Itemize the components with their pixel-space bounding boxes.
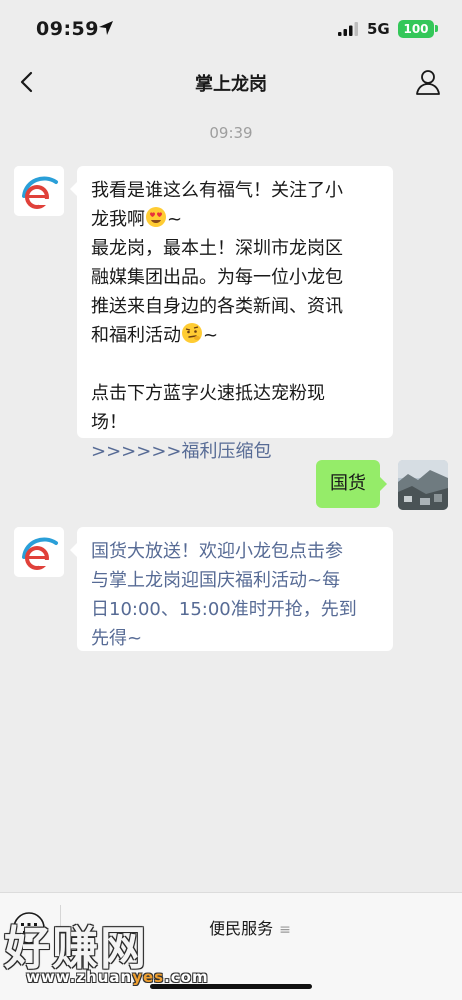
message-line-text: 龙我啊	[91, 209, 145, 230]
message-line: 点击下方蓝字火速抵达宠粉现	[91, 383, 325, 404]
official-account-avatar[interactable]	[14, 166, 64, 216]
message-bubble-me: 国货	[316, 460, 387, 508]
message-bubble-welcome: 我看是谁这么有福气！关注了小 龙我啊 ~ 最龙岗，最本土！深圳市龙岗区 融媒集团出…	[70, 166, 393, 462]
promo-line: 先得~	[91, 628, 143, 649]
message-line: 龙我啊 ~	[91, 205, 379, 234]
official-account-avatar[interactable]	[14, 527, 64, 577]
nav-bar: 掌上龙岗	[0, 60, 462, 104]
page-title: 掌上龙岗	[195, 74, 267, 95]
network-label: 5G	[367, 20, 390, 38]
location-arrow-icon	[99, 21, 113, 35]
person-icon[interactable]	[414, 68, 442, 96]
battery-indicator: 100	[398, 20, 434, 38]
message-tilde: ~	[203, 325, 219, 346]
status-bar: 09:59 5G 100	[0, 0, 462, 60]
promo-line: 国货大放送！欢迎小龙包点击参	[91, 541, 343, 562]
watermark-url-part: www.zhuan	[26, 968, 133, 986]
signal-icon	[338, 22, 358, 36]
promo-line: 与掌上龙岗迎国庆福利活动~每	[91, 570, 341, 591]
official-logo-icon	[14, 527, 64, 577]
message-line: 我看是谁这么有福气！关注了小	[91, 180, 343, 201]
battery-nub	[435, 25, 438, 32]
message-tilde: ~	[167, 209, 183, 230]
message-line: 和福利活动 ~	[91, 321, 379, 350]
message-bubble-promo[interactable]: 国货大放送！欢迎小龙包点击参 与掌上龙岗迎国庆福利活动~每 日10:00、15:…	[70, 527, 393, 651]
user-avatar[interactable]	[398, 460, 448, 510]
status-time: 09:59	[36, 18, 99, 40]
message-line: 融媒集团出品。为每一位小龙包	[91, 267, 343, 288]
message-text: 国货	[330, 473, 366, 494]
chat-timestamp: 09:39	[209, 124, 253, 142]
menu-list-icon: ≡	[279, 922, 291, 938]
heart-eyes-emoji-icon	[146, 207, 166, 227]
skeptical-emoji-icon	[182, 323, 202, 343]
message-line-text: 和福利活动	[91, 325, 181, 346]
home-indicator[interactable]	[150, 984, 312, 989]
menu-item-label: 便民服务	[209, 919, 274, 938]
user-photo	[398, 460, 448, 510]
official-logo-icon	[14, 166, 64, 216]
message-line: 推送来自身边的各类新闻、资讯	[91, 296, 343, 317]
message-line: 最龙岗，最本土！深圳市龙岗区	[91, 238, 343, 259]
promo-line: 日10:00、15:00准时开抢，先到	[91, 599, 357, 620]
message-line: 场！	[91, 412, 127, 433]
watermark: 好赚网 www.zhuanyes.com	[0, 906, 208, 990]
